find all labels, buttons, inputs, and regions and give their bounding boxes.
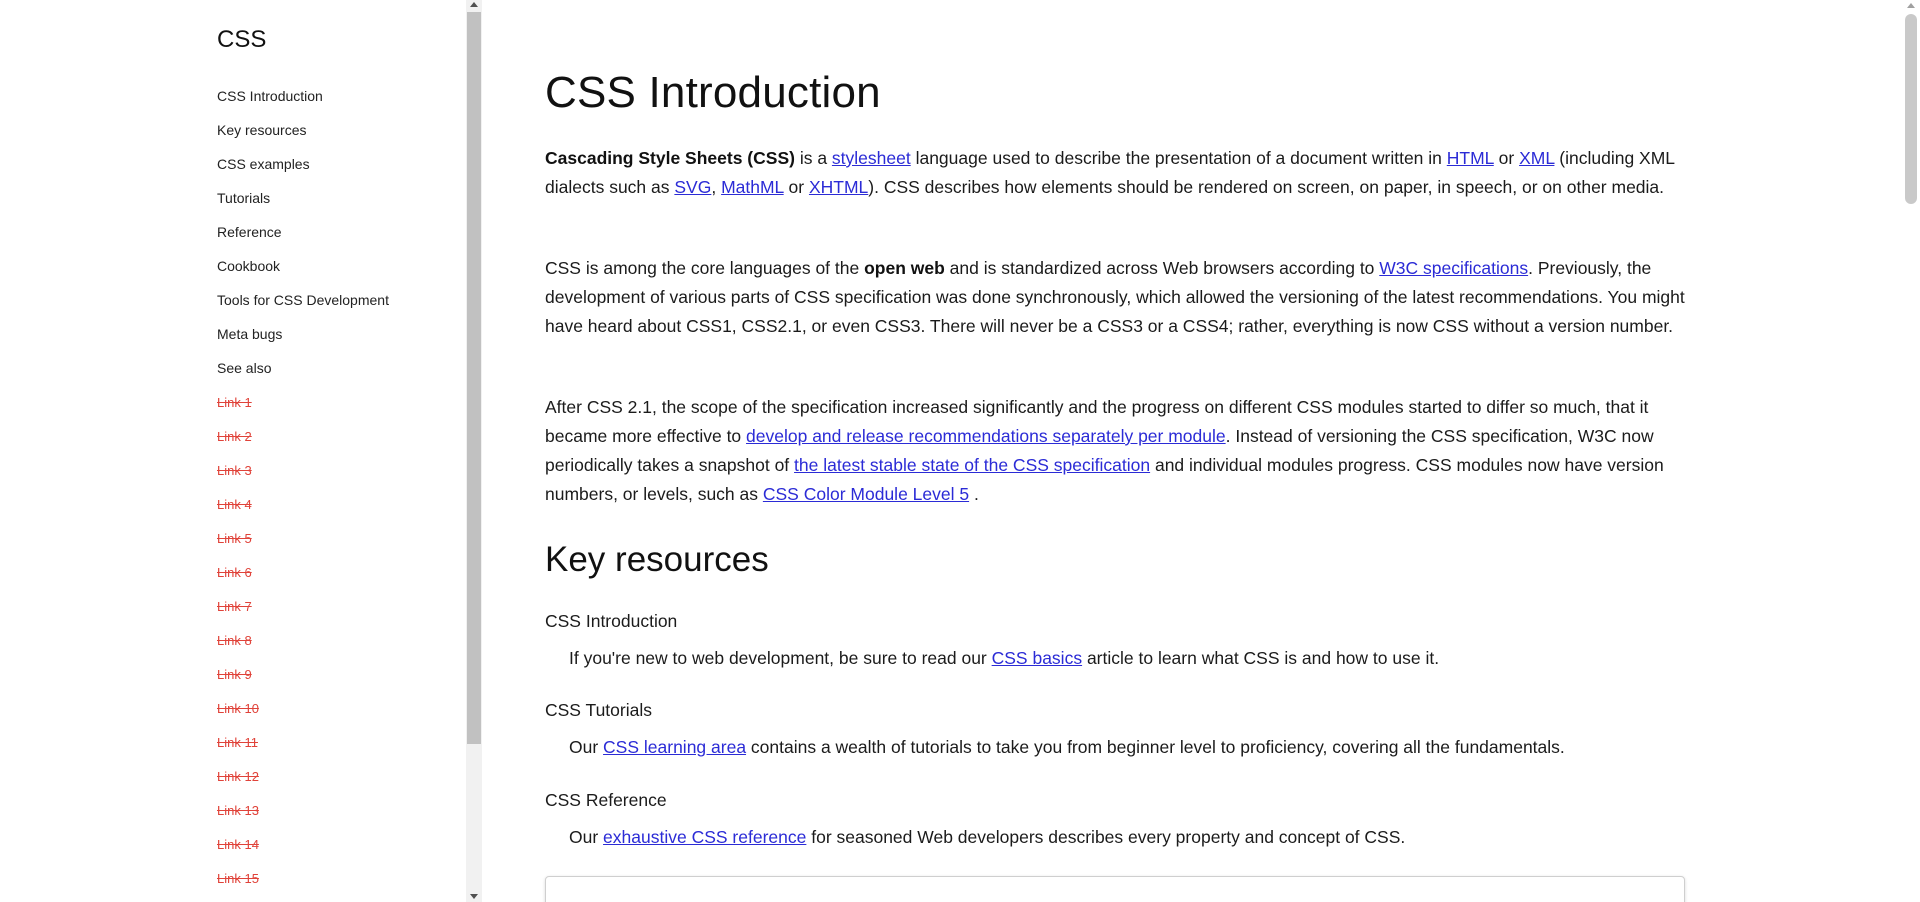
sidebar-link-struck[interactable]: Link 5 [217,526,389,560]
sidebar-item-see-also[interactable]: See also [217,356,389,390]
struck-link-label[interactable]: Link 5 [217,531,252,546]
resource-description: Our exhaustive CSS reference for seasone… [569,827,1405,848]
struck-link-label[interactable]: Link 9 [217,667,252,682]
struck-link-label[interactable]: Link 11 [217,735,258,750]
key-resources-heading: Key resources [545,540,769,579]
modules-paragraph: After CSS 2.1, the scope of the specific… [545,393,1685,509]
develop-recommendations-link[interactable]: develop and release recommendations sepa… [746,426,1226,446]
sidebar-link-struck[interactable]: Link 15 [217,866,389,900]
resource-term: CSS Reference [545,790,667,810]
sidebar-link-struck[interactable]: Link 7 [217,594,389,628]
sidebar-title: CSS [217,26,267,53]
page-scroll-up-arrow-icon[interactable] [1907,3,1915,8]
exhaustive-css-reference-link[interactable]: exhaustive CSS reference [603,827,806,847]
struck-link-label[interactable]: Link 7 [217,599,252,614]
text: CSS is among the core languages of the [545,258,865,278]
struck-link-label[interactable]: Link 4 [217,497,252,512]
text: Our [569,737,604,757]
sidebar-link-struck[interactable]: Link 13 [217,798,389,832]
sidebar-item-reference[interactable]: Reference [217,220,389,254]
intro-paragraph: Cascading Style Sheets (CSS) is a styles… [545,144,1685,202]
sidebar-item-key-resources[interactable]: Key resources [217,118,389,152]
open-web-paragraph: CSS is among the core languages of the o… [545,254,1685,341]
struck-link-label[interactable]: Link 14 [217,837,259,852]
sidebar-link-struck[interactable]: Link 1 [217,390,389,424]
struck-link-label[interactable]: Link 2 [217,429,252,444]
sidebar-item-label[interactable]: Key resources [217,122,306,138]
sidebar-scrollbar-thumb[interactable] [467,12,481,744]
resource-term: CSS Introduction [545,611,678,631]
bold-text: Cascading Style Sheets (CSS) [545,148,795,168]
sidebar-link-struck[interactable]: Link 10 [217,696,389,730]
text: contains a wealth of tutorials to take y… [746,737,1565,757]
sidebar-item-meta-bugs[interactable]: Meta bugs [217,322,389,356]
sidebar-link-struck[interactable]: Link 8 [217,628,389,662]
sidebar-item-tools[interactable]: Tools for CSS Development [217,288,389,322]
struck-link-label[interactable]: Link 3 [217,463,252,478]
text: language used to describe the presentati… [910,148,1447,168]
text: . [969,484,979,504]
sidebar-item-cookbook[interactable]: Cookbook [217,254,389,288]
sidebar-link-struck[interactable]: Link 2 [217,424,389,458]
content-card [545,876,1685,902]
text: is a [794,148,832,168]
sidebar-nav: CSS Introduction Key resources CSS examp… [217,84,389,900]
sidebar-item-label[interactable]: CSS Introduction [217,88,323,104]
text: and is standardized across Web browsers … [944,258,1380,278]
resource-term: CSS Tutorials [545,700,652,720]
text: If you're new to web development, be sur… [569,648,992,668]
text: ). CSS describes how elements should be … [868,177,1665,197]
stable-state-link[interactable]: the latest stable state of the CSS speci… [794,455,1150,475]
text: , [711,177,722,197]
scroll-up-arrow-icon[interactable] [470,2,478,7]
struck-link-label[interactable]: Link 8 [217,633,252,648]
sidebar-item-tutorials[interactable]: Tutorials [217,186,389,220]
struck-link-label[interactable]: Link 10 [217,701,259,716]
struck-link-label[interactable]: Link 12 [217,769,259,784]
mathml-link[interactable]: MathML [721,177,784,197]
bold-text: open web [864,258,945,278]
text: Our [569,827,604,847]
struck-link-label[interactable]: Link 6 [217,565,252,580]
sidebar-item-label[interactable]: Tools for CSS Development [217,292,389,308]
css-learning-area-link[interactable]: CSS learning area [603,737,746,757]
sidebar-link-struck[interactable]: Link 14 [217,832,389,866]
resource-description: If you're new to web development, be sur… [569,648,1439,669]
page-scrollbar-thumb[interactable] [1905,14,1917,204]
sidebar-link-struck[interactable]: Link 3 [217,458,389,492]
html-link[interactable]: HTML [1447,148,1494,168]
resource-description: Our CSS learning area contains a wealth … [569,737,1565,758]
struck-link-label[interactable]: Link 1 [217,395,252,410]
sidebar-item-label[interactable]: See also [217,360,271,376]
page-title: CSS Introduction [545,68,881,117]
svg-link[interactable]: SVG [674,177,711,197]
sidebar: CSS CSS Introduction Key resources CSS e… [0,0,466,902]
text: article to learn what CSS is and how to … [1082,648,1440,668]
sidebar-item-css-examples[interactable]: CSS examples [217,152,389,186]
sidebar-link-struck[interactable]: Link 11 [217,730,389,764]
w3c-specifications-link[interactable]: W3C specifications [1379,258,1528,278]
css-color-module-link[interactable]: CSS Color Module Level 5 [763,484,969,504]
sidebar-item-label[interactable]: CSS examples [217,156,310,172]
struck-link-label[interactable]: Link 13 [217,803,259,818]
sidebar-link-struck[interactable]: Link 12 [217,764,389,798]
sidebar-item-label[interactable]: Tutorials [217,190,270,206]
xml-link[interactable]: XML [1519,148,1554,168]
sidebar-item-label[interactable]: Reference [217,224,282,240]
sidebar-item-label[interactable]: Cookbook [217,258,280,274]
sidebar-item-label[interactable]: Meta bugs [217,326,282,342]
sidebar-link-struck[interactable]: Link 6 [217,560,389,594]
text: for seasoned Web developers describes ev… [806,827,1406,847]
scroll-down-arrow-icon[interactable] [470,894,478,899]
stylesheet-link[interactable]: stylesheet [832,148,911,168]
text: or [783,177,809,197]
sidebar-link-struck[interactable]: Link 9 [217,662,389,696]
sidebar-link-struck[interactable]: Link 4 [217,492,389,526]
xhtml-link[interactable]: XHTML [809,177,868,197]
text: or [1493,148,1520,168]
sidebar-item-css-introduction[interactable]: CSS Introduction [217,84,389,118]
css-basics-link[interactable]: CSS basics [992,648,1082,668]
struck-link-label[interactable]: Link 15 [217,871,259,886]
